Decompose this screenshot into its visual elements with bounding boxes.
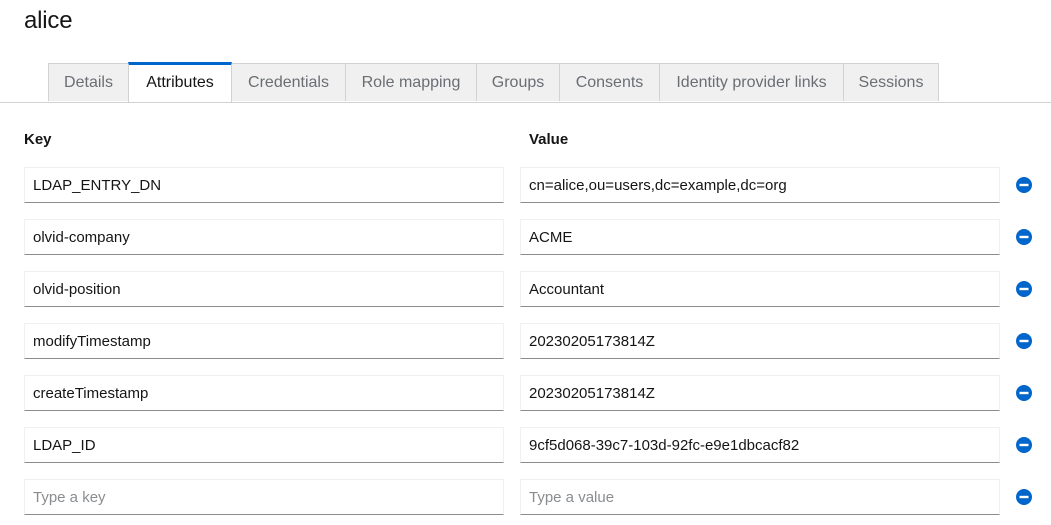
minus-circle-icon[interactable]	[1016, 333, 1032, 349]
key-column-header: Key	[24, 131, 52, 148]
page-title: alice	[24, 7, 73, 34]
attribute-value-input[interactable]	[520, 271, 1000, 307]
attribute-value-input[interactable]	[520, 167, 1000, 203]
attribute-row	[0, 427, 1051, 463]
tab-groups[interactable]: Groups	[477, 63, 560, 101]
tab-details[interactable]: Details	[48, 63, 129, 101]
value-column-header: Value	[529, 131, 569, 148]
tab-attributes[interactable]: Attributes	[128, 62, 232, 102]
new-value-input[interactable]	[520, 479, 1000, 515]
minus-circle-icon[interactable]	[1016, 437, 1032, 453]
minus-circle-icon[interactable]	[1016, 177, 1032, 193]
attribute-row	[0, 167, 1051, 203]
minus-circle-icon[interactable]	[1016, 489, 1032, 505]
attribute-row	[0, 219, 1051, 255]
attribute-value-input[interactable]	[520, 375, 1000, 411]
attribute-value-input[interactable]	[520, 219, 1000, 255]
attribute-value-input[interactable]	[520, 323, 1000, 359]
attribute-key-input[interactable]	[24, 375, 504, 411]
attribute-value-input[interactable]	[520, 427, 1000, 463]
minus-circle-icon[interactable]	[1016, 281, 1032, 297]
tab-consents[interactable]: Consents	[560, 63, 660, 101]
tab-credentials[interactable]: Credentials	[232, 63, 346, 101]
tab-bar: Details Attributes Credentials Role mapp…	[0, 62, 1051, 103]
attribute-row	[0, 271, 1051, 307]
attribute-row	[0, 375, 1051, 411]
new-attribute-row	[0, 479, 1051, 515]
attribute-key-input[interactable]	[24, 167, 504, 203]
attribute-key-input[interactable]	[24, 323, 504, 359]
new-key-input[interactable]	[24, 479, 504, 515]
minus-circle-icon[interactable]	[1016, 229, 1032, 245]
attribute-key-input[interactable]	[24, 427, 504, 463]
attribute-key-input[interactable]	[24, 219, 504, 255]
minus-circle-icon[interactable]	[1016, 385, 1032, 401]
tab-sessions[interactable]: Sessions	[844, 63, 939, 101]
attribute-row	[0, 323, 1051, 359]
attribute-key-input[interactable]	[24, 271, 504, 307]
tab-role-mapping[interactable]: Role mapping	[346, 63, 477, 101]
tab-identity-provider-links[interactable]: Identity provider links	[660, 63, 844, 101]
